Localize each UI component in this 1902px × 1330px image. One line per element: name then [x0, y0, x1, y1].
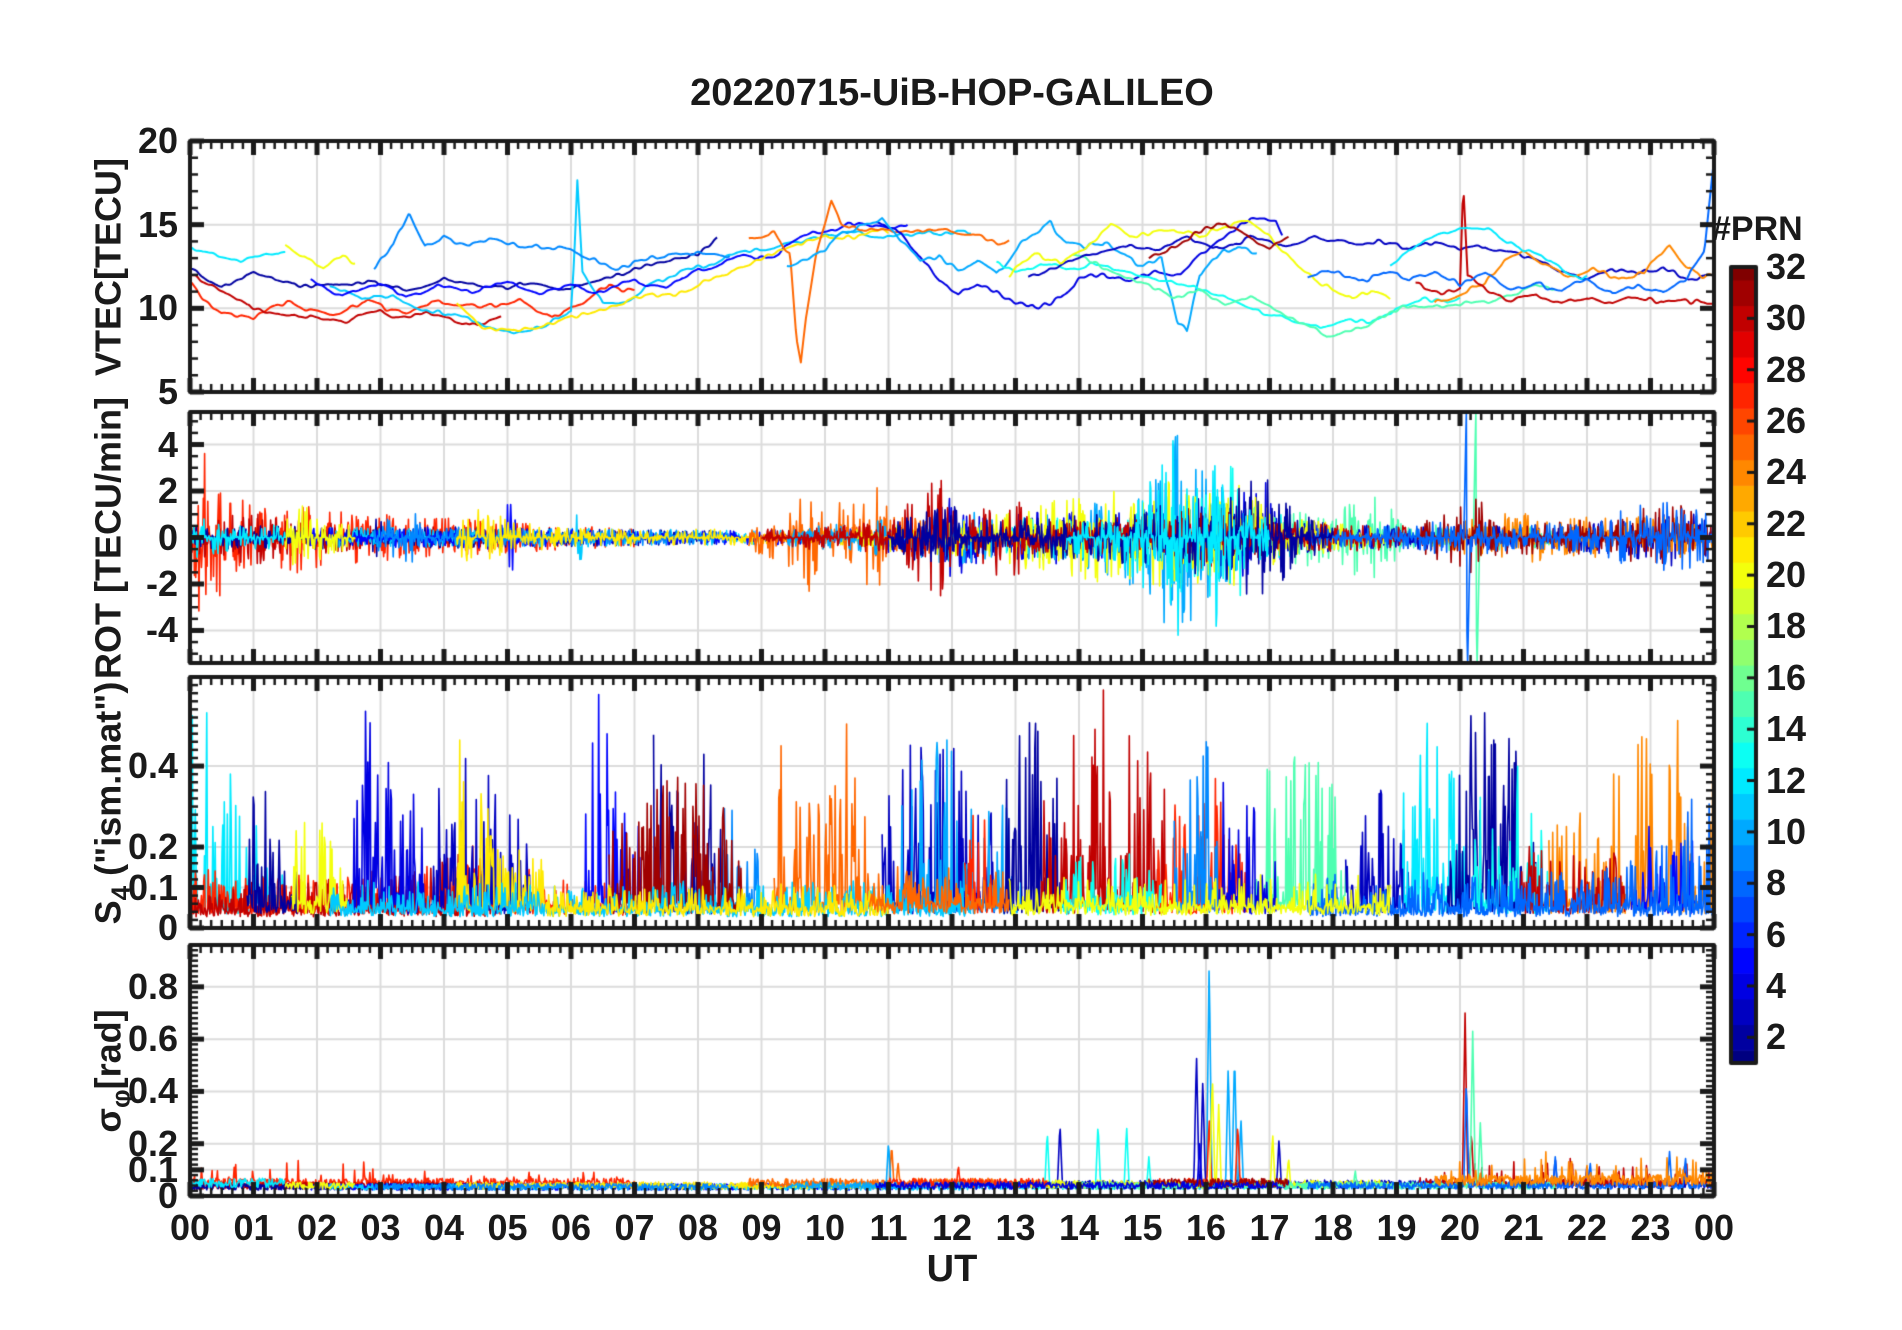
y-tick-label: -4 [145, 609, 178, 651]
colorbar-tick-label: 14 [1766, 708, 1807, 750]
y-tick-label: 0.8 [127, 965, 178, 1007]
y-axis-label-vtec: VTEC[TECU] [87, 158, 129, 376]
y-tick-label: 0 [157, 516, 178, 558]
y-tick-label: 20 [137, 120, 178, 161]
y-tick-label: 5 [157, 371, 178, 412]
colorbar-tick-label: 24 [1766, 451, 1807, 493]
colorbar-tick-label: 2 [1766, 1016, 1787, 1058]
colorbar-tick-label: 16 [1766, 656, 1807, 698]
y-tick-label: 0.6 [127, 1018, 178, 1060]
y-tick-label: -2 [145, 562, 178, 604]
colorbar-tick-label: 28 [1766, 348, 1807, 390]
colorbar-tick-label: 10 [1766, 810, 1807, 852]
colorbar-tick-label: 18 [1766, 605, 1807, 647]
figure-root: 20220715-UiB-HOP-GALILEO #PRN UT VTEC[TE… [0, 0, 1902, 1330]
y-tick-label: 2 [157, 470, 178, 512]
y-tick-label: 4 [157, 423, 178, 465]
colorbar-tick-label: 26 [1766, 400, 1807, 442]
y-tick-label: 15 [137, 203, 178, 245]
colorbar-tick-label: 6 [1766, 913, 1787, 955]
y-tick-label: 0.4 [127, 1070, 178, 1112]
y-tick-label: 0.2 [127, 1122, 178, 1164]
y-tick-label: 0.2 [127, 826, 178, 868]
chart-title: 20220715-UiB-HOP-GALILEO [690, 72, 1214, 114]
colorbar-tick-label: 30 [1766, 297, 1807, 339]
y-tick-label: 0.4 [127, 745, 178, 787]
y-tick-label: 10 [137, 287, 178, 329]
colorbar-tick-label: 32 [1766, 246, 1807, 287]
colorbar-tick-label: 4 [1766, 964, 1787, 1006]
colorbar-tick-label: 20 [1766, 554, 1807, 596]
y-tick-label: 0.1 [127, 866, 178, 908]
colorbar-title: #PRN [1712, 210, 1803, 248]
plot-canvas [0, 0, 1902, 1330]
colorbar-tick-label: 12 [1766, 759, 1807, 801]
colorbar-tick-label: 22 [1766, 502, 1807, 544]
x-tick-label: 00 [1693, 1207, 1735, 1248]
y-tick-label: 0 [157, 907, 178, 948]
x-axis-label: UT [926, 1248, 978, 1290]
colorbar-tick-label: 8 [1766, 862, 1787, 904]
